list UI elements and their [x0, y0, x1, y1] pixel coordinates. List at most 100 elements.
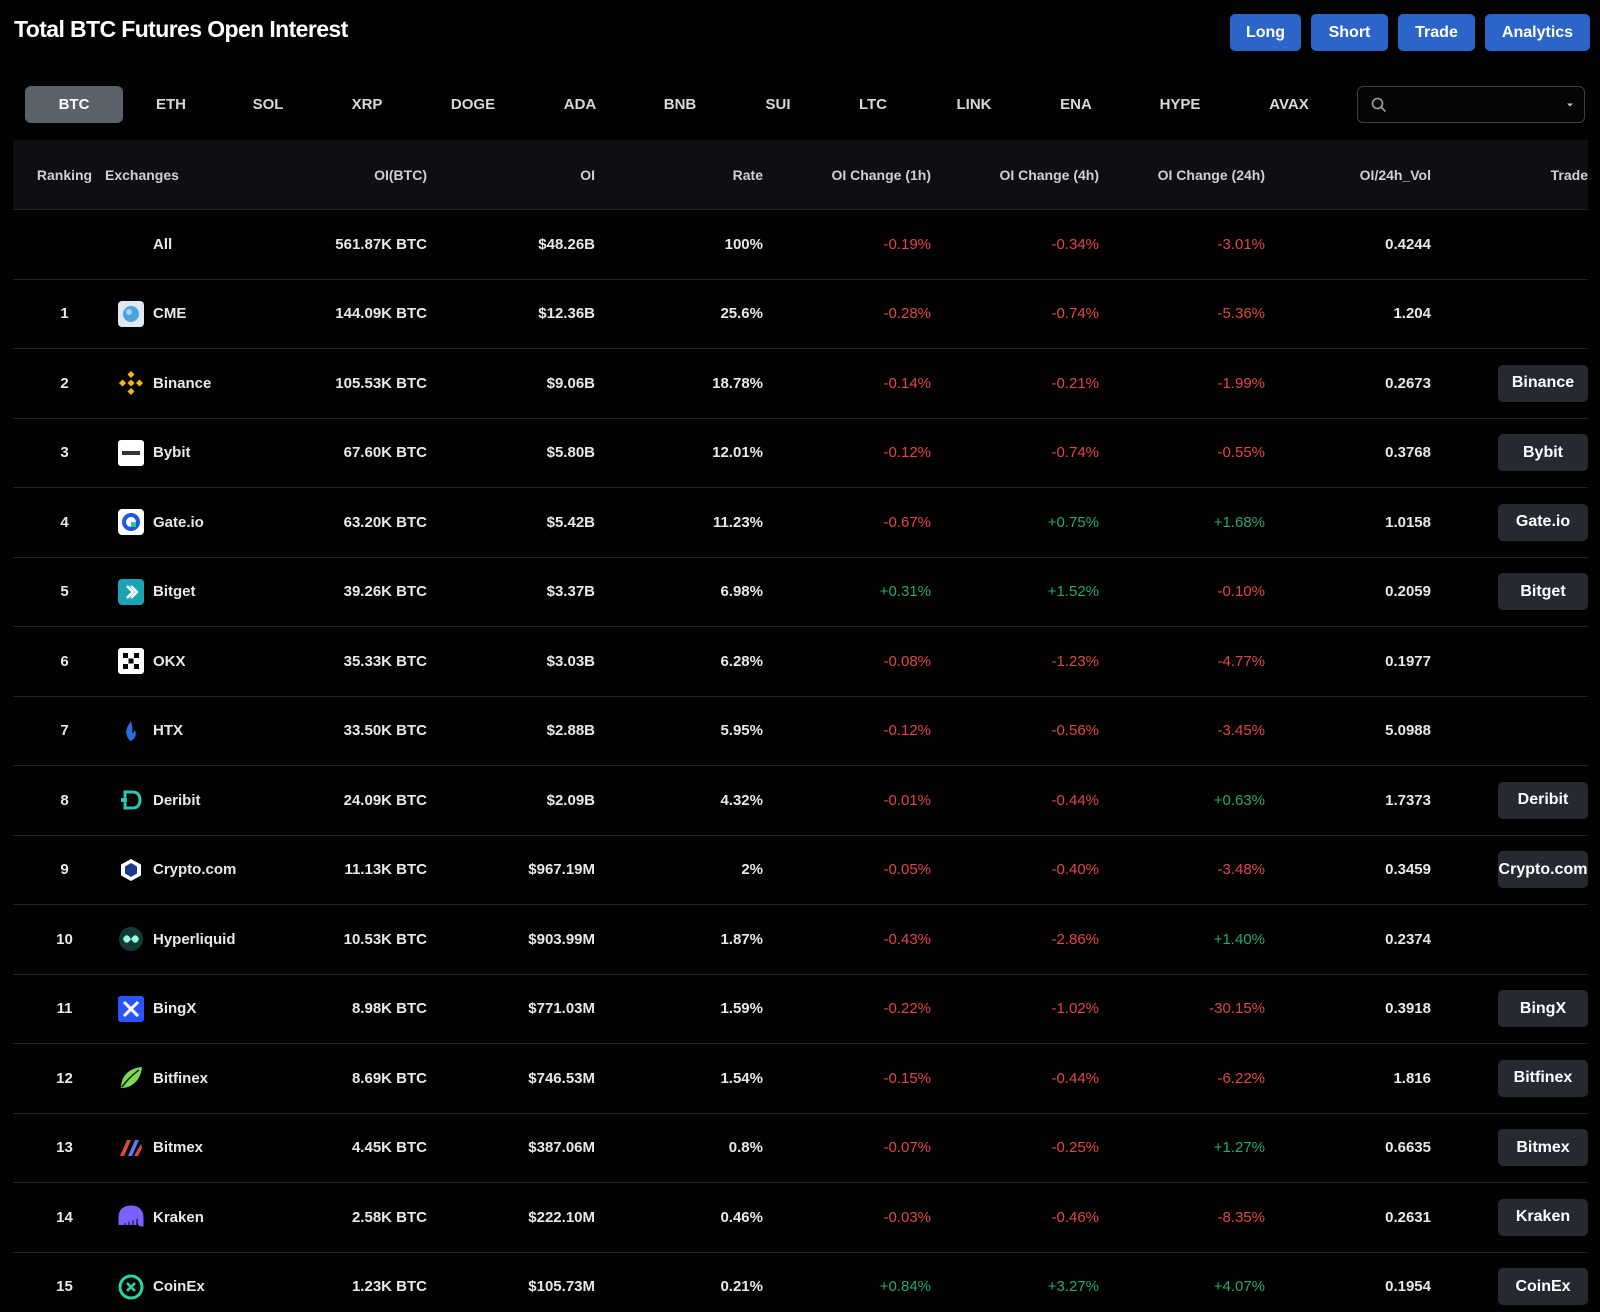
exchange-name[interactable]: Gate.io: [153, 514, 204, 531]
long-button[interactable]: Long: [1230, 14, 1301, 51]
exchange-cell[interactable]: CME: [105, 280, 305, 349]
exchange-name[interactable]: Bitget: [153, 583, 196, 600]
col-oi-change-4h[interactable]: OI Change (4h): [963, 140, 1099, 209]
exchange-cell[interactable]: Gate.io: [105, 488, 305, 557]
trade-kraken-button[interactable]: Kraken: [1498, 1198, 1588, 1236]
oi-change-1h: -0.43%: [883, 930, 931, 948]
oi-change-4h: +1.52%: [1047, 583, 1099, 601]
col-oi-24h-vol[interactable]: OI/24h_Vol: [1303, 140, 1431, 209]
short-button[interactable]: Short: [1311, 14, 1388, 51]
exchange-cell[interactable]: Crypto.com: [105, 836, 305, 905]
tab-xrp[interactable]: XRP: [332, 86, 402, 123]
exchange-name[interactable]: Binance: [153, 375, 211, 392]
col-oi[interactable]: OI: [463, 140, 595, 209]
tab-hype[interactable]: HYPE: [1145, 86, 1215, 123]
exchange-cell[interactable]: Bitget: [105, 558, 305, 627]
oi-change-1h: -0.67%: [883, 513, 931, 531]
rank: 4: [60, 513, 69, 531]
chevron-down-icon[interactable]: [1566, 101, 1574, 109]
exchange-cell[interactable]: Kraken: [105, 1183, 305, 1252]
exchange-name[interactable]: Crypto.com: [153, 861, 236, 878]
exchange-cell[interactable]: Bybit: [105, 419, 305, 488]
exchange-name[interactable]: Bybit: [153, 444, 191, 461]
rank: 6: [60, 652, 69, 670]
exchange-cell[interactable]: Bitmex: [105, 1114, 305, 1183]
oi-usd: $3.37B: [546, 583, 595, 601]
trade-bingx-button[interactable]: BingX: [1498, 990, 1588, 1028]
rank: 15: [56, 1278, 73, 1296]
trade-gate-io-button[interactable]: Gate.io: [1498, 503, 1588, 541]
exchange-name[interactable]: Kraken: [153, 1209, 204, 1226]
tab-ada[interactable]: ADA: [545, 86, 615, 123]
col-oi-change-1h[interactable]: OI Change (1h): [793, 140, 931, 209]
oi-24h-vol: 0.3768: [1385, 444, 1431, 462]
tab-sol[interactable]: SOL: [233, 86, 303, 123]
exchange-name[interactable]: CoinEx: [153, 1278, 205, 1295]
tab-ena[interactable]: ENA: [1041, 86, 1111, 123]
exchange-name[interactable]: BingX: [153, 1000, 196, 1017]
exchange-name[interactable]: Bitmex: [153, 1139, 203, 1156]
oi-usd: $48.26B: [538, 235, 595, 253]
exchange-name[interactable]: HTX: [153, 722, 183, 739]
coinex-icon: [117, 1273, 145, 1301]
tab-link[interactable]: LINK: [939, 86, 1009, 123]
exchange-name[interactable]: OKX: [153, 653, 186, 670]
col-rate[interactable]: Rate: [633, 140, 763, 209]
tab-bnb[interactable]: BNB: [645, 86, 715, 123]
tab-btc[interactable]: BTC: [25, 86, 123, 123]
trade-binance-button[interactable]: Binance: [1498, 364, 1588, 402]
tab-ltc[interactable]: LTC: [838, 86, 908, 123]
exchange-cell[interactable]: HTX: [105, 697, 305, 766]
analytics-button[interactable]: Analytics: [1485, 14, 1590, 51]
exchange-name[interactable]: Deribit: [153, 792, 201, 809]
oi-24h-vol: 0.2631: [1385, 1208, 1431, 1226]
exchange-name[interactable]: Hyperliquid: [153, 931, 236, 948]
col-oi-change-24h[interactable]: OI Change (24h): [1123, 140, 1265, 209]
col-ranking[interactable]: Ranking: [13, 140, 116, 209]
oi-24h-vol: 1.0158: [1385, 513, 1431, 531]
hyperliquid-icon: [117, 925, 145, 953]
oi-usd: $387.06M: [528, 1139, 595, 1157]
oi-change-24h: +1.68%: [1213, 513, 1265, 531]
oi-change-4h: -1.02%: [1051, 1000, 1099, 1018]
search-input[interactable]: [1394, 93, 1544, 117]
exchange-cell[interactable]: OKX: [105, 627, 305, 696]
tab-sui[interactable]: SUI: [743, 86, 813, 123]
search-icon: [1371, 97, 1386, 112]
trade-bitget-button[interactable]: Bitget: [1498, 573, 1588, 611]
oi-change-1h: -0.15%: [883, 1069, 931, 1087]
trade-button[interactable]: Trade: [1398, 14, 1475, 51]
cryptocom-icon: [117, 856, 145, 884]
trade-crypto-com-button[interactable]: Crypto.com: [1498, 851, 1588, 889]
exchange-cell[interactable]: Binance: [105, 349, 305, 418]
exchange-name[interactable]: CME: [153, 305, 186, 322]
col-oi-btc[interactable]: OI(BTC): [303, 140, 427, 209]
rank: 13: [56, 1139, 73, 1157]
exchange-cell[interactable]: BingX: [105, 975, 305, 1044]
oi-btc: 561.87K BTC: [335, 235, 427, 253]
tab-avax[interactable]: AVAX: [1254, 86, 1324, 123]
search-box[interactable]: [1357, 86, 1585, 123]
tab-eth[interactable]: ETH: [136, 86, 206, 123]
exchange-cell[interactable]: Deribit: [105, 766, 305, 835]
rate: 0.46%: [720, 1208, 763, 1226]
oi-change-24h: -8.35%: [1217, 1208, 1265, 1226]
trade-deribit-button[interactable]: Deribit: [1498, 781, 1588, 819]
exchange-name[interactable]: Bitfinex: [153, 1070, 208, 1087]
trade-coinex-button[interactable]: CoinEx: [1498, 1268, 1588, 1306]
trade-bitfinex-button[interactable]: Bitfinex: [1498, 1059, 1588, 1097]
oi-change-24h: -0.10%: [1217, 583, 1265, 601]
table-row: 8 Deribit 24.09K BTC $2.09B 4.32% -0.01%…: [13, 766, 1588, 836]
oi-usd: $746.53M: [528, 1069, 595, 1087]
trade-bybit-button[interactable]: Bybit: [1498, 434, 1588, 472]
col-exchanges[interactable]: Exchanges: [105, 140, 305, 209]
binance-icon: [117, 369, 145, 397]
exchange-cell[interactable]: CoinEx: [105, 1253, 305, 1312]
oi-change-24h: +1.40%: [1213, 930, 1265, 948]
trade-cell: [1443, 905, 1588, 974]
tab-doge[interactable]: DOGE: [438, 86, 508, 123]
trade-bitmex-button[interactable]: Bitmex: [1498, 1129, 1588, 1167]
oi-change-4h: -0.74%: [1051, 444, 1099, 462]
exchange-cell[interactable]: Hyperliquid: [105, 905, 305, 974]
exchange-cell[interactable]: Bitfinex: [105, 1044, 305, 1113]
